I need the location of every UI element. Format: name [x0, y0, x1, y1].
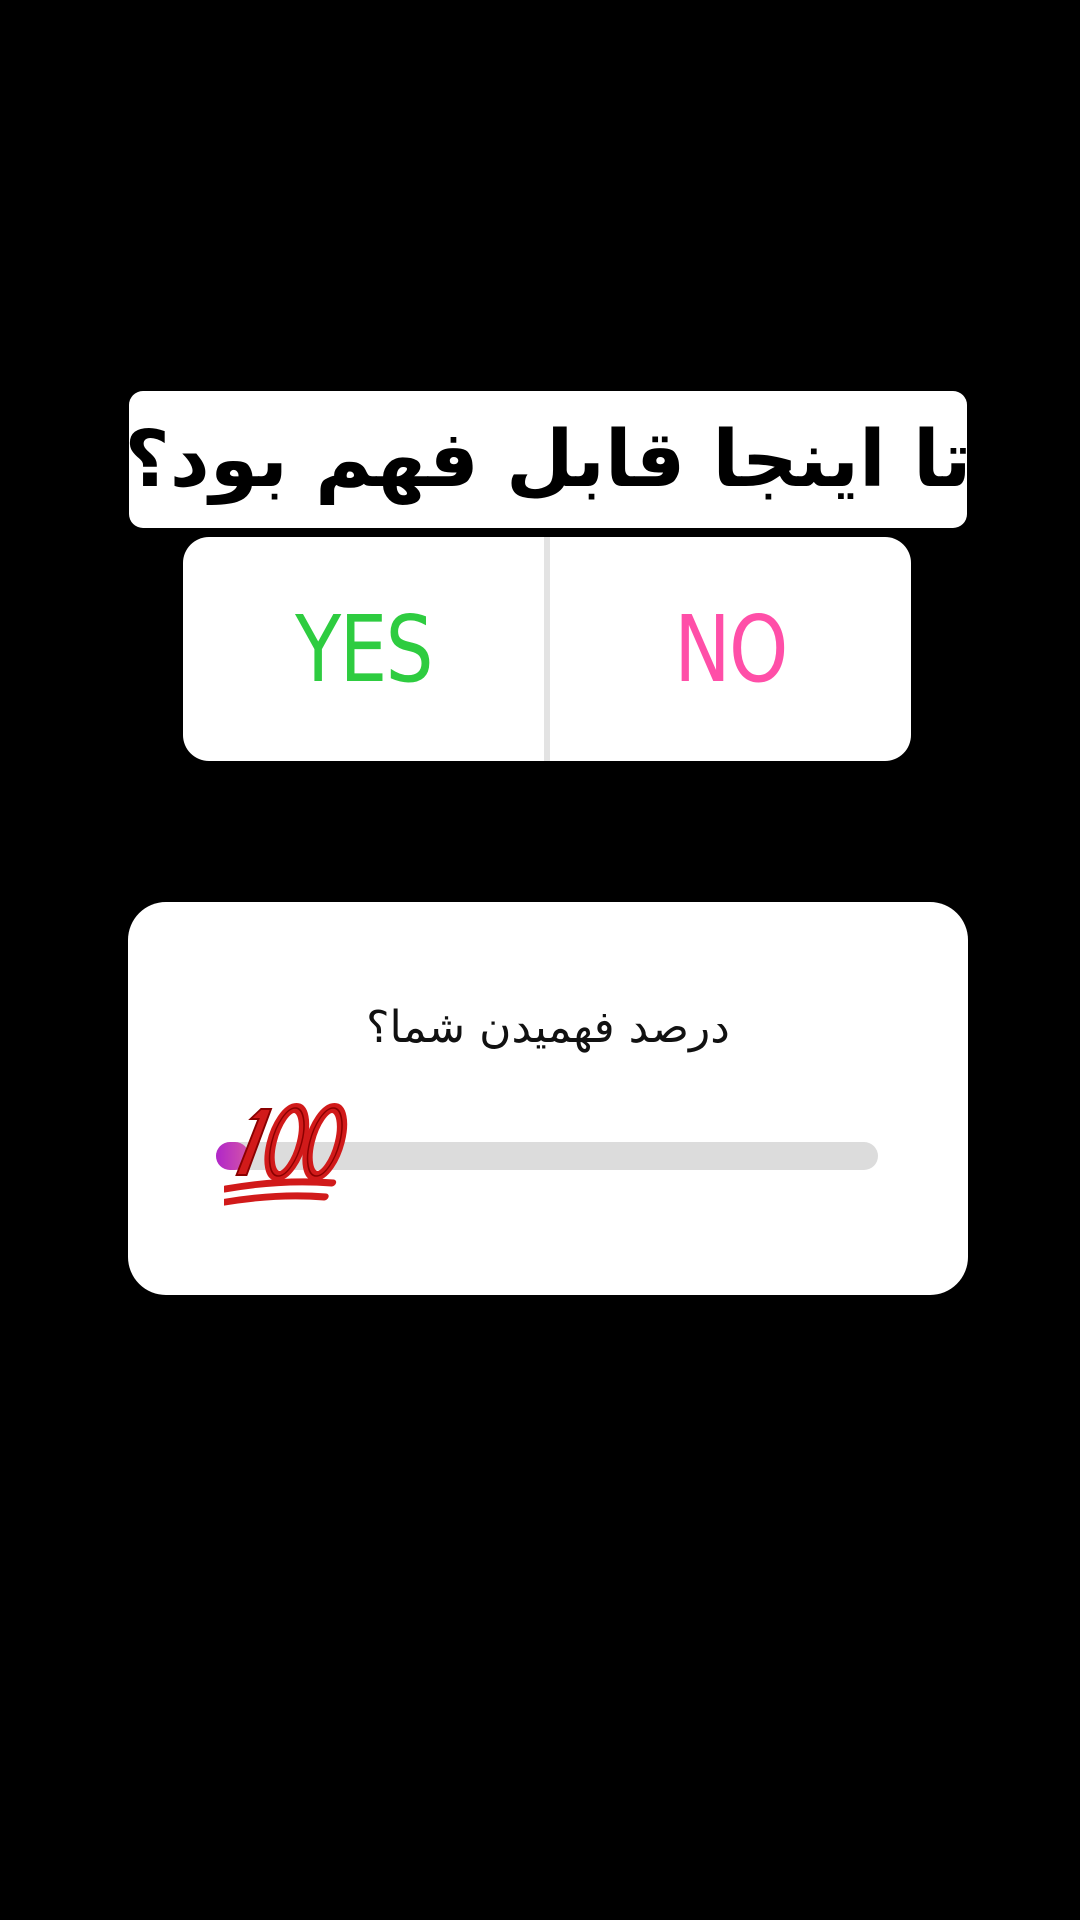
poll-divider	[544, 537, 550, 761]
question-banner: تا اینجا قابل فهم بود؟	[124, 391, 972, 528]
story-canvas: تا اینجا قابل فهم بود؟ YES NO درصد فهمید…	[0, 0, 1080, 1920]
poll-option-yes[interactable]: YES	[215, 537, 511, 761]
hundred-points-icon[interactable]	[224, 1097, 364, 1217]
poll-option-no[interactable]: NO	[582, 537, 878, 761]
question-text: تا اینجا قابل فهم بود؟	[124, 414, 972, 505]
yes-no-poll: YES NO	[183, 537, 911, 761]
emoji-slider-card: درصد فهمیدن شما؟	[128, 902, 968, 1295]
slider-question: درصد فهمیدن شما؟	[366, 1002, 730, 1053]
